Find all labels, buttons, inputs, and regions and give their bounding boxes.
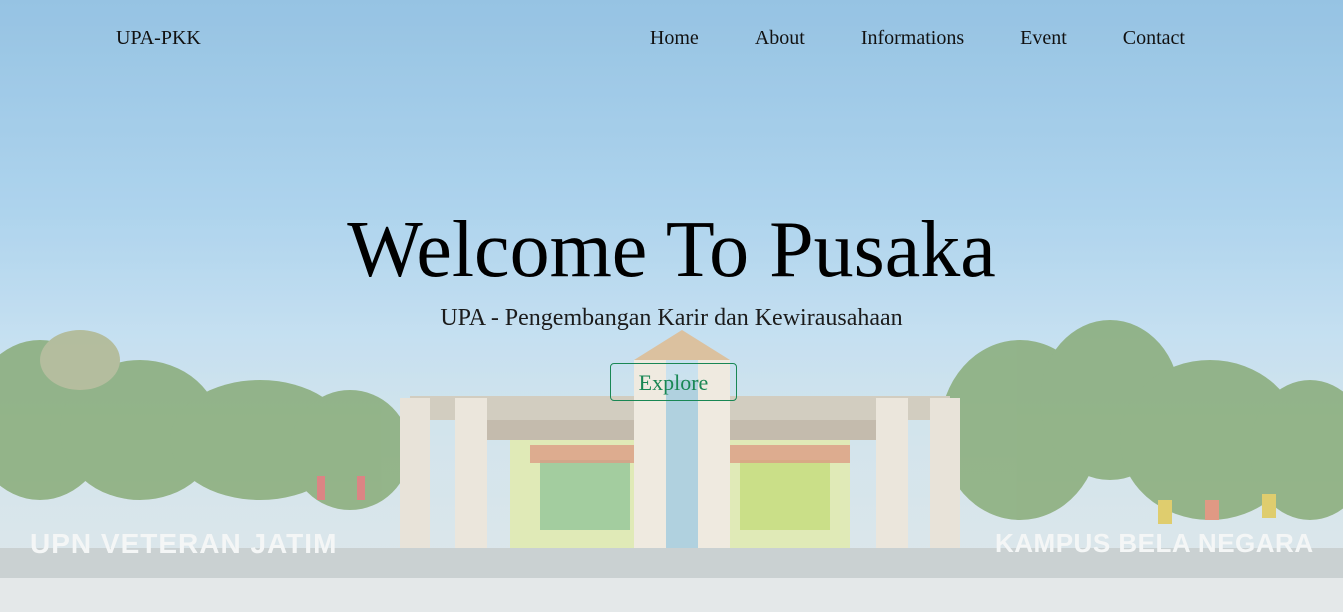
- sign-left-text: UPN VETERAN JATIM: [30, 528, 338, 559]
- sign-right-text: KAMPUS BELA NEGARA: [995, 528, 1314, 558]
- brand-logo-link[interactable]: UPA-PKK: [116, 27, 201, 50]
- nav-item-about[interactable]: About: [755, 27, 805, 50]
- nav-item-informations[interactable]: Informations: [861, 27, 964, 50]
- nav-menu: Home About Informations Event Contact: [650, 27, 1185, 50]
- explore-button[interactable]: Explore: [610, 363, 737, 401]
- hero-subtitle: UPA - Pengembangan Karir dan Kewirausaha…: [440, 305, 903, 331]
- nav-item-event[interactable]: Event: [1020, 27, 1067, 50]
- top-navbar: UPA-PKK Home About Informations Event Co…: [0, 0, 1343, 78]
- hero-title: Welcome To Pusaka: [347, 206, 996, 294]
- nav-item-contact[interactable]: Contact: [1123, 27, 1185, 50]
- nav-item-home[interactable]: Home: [650, 27, 699, 50]
